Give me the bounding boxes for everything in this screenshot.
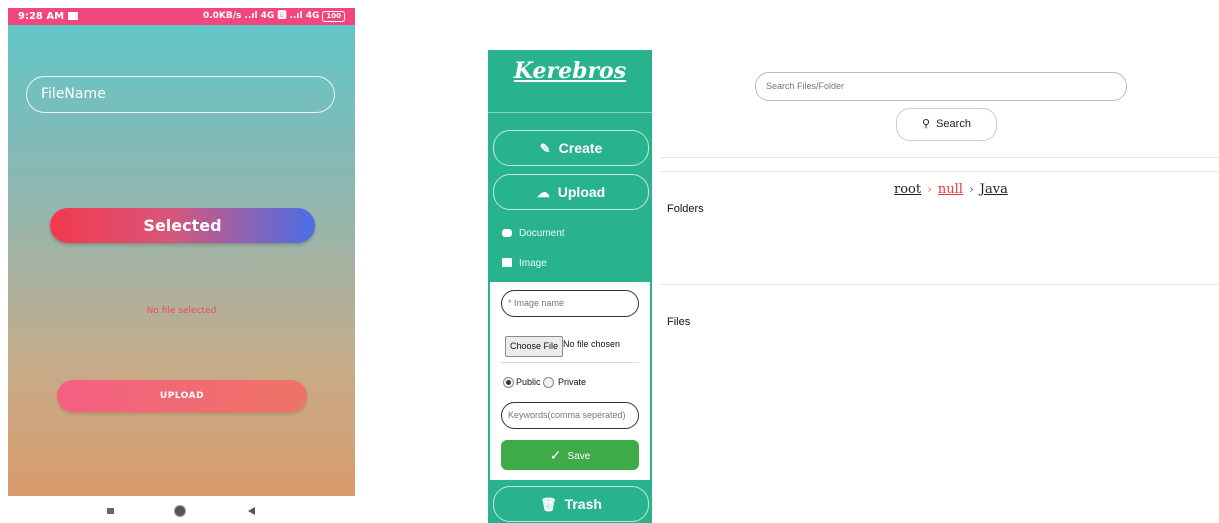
sidebar-item-document[interactable]: Document: [502, 228, 565, 239]
search-icon: ⚲: [922, 118, 931, 130]
search-label: Search: [936, 118, 971, 130]
battery-icon: 100: [322, 11, 345, 22]
public-label: Public: [516, 377, 541, 387]
image-icon: [502, 258, 512, 267]
public-radio[interactable]: [503, 377, 514, 388]
upload-sidebar-button[interactable]: ☁ Upload: [493, 174, 649, 210]
chevron-right-icon: ›: [927, 182, 932, 196]
upload-button[interactable]: UPLOAD: [57, 380, 307, 412]
divider: [501, 362, 639, 363]
private-radio[interactable]: [543, 377, 554, 388]
create-label: Create: [558, 140, 603, 156]
private-label: Private: [558, 377, 587, 387]
breadcrumb: root › null › Java: [894, 182, 1008, 197]
selected-button[interactable]: Selected: [50, 208, 315, 243]
chevron-right-icon: ›: [968, 182, 974, 196]
sidebar-item-image[interactable]: Image: [502, 258, 547, 269]
keywords-input[interactable]: Keywords(comma seperated): [501, 402, 639, 429]
create-button[interactable]: ✎ Create: [493, 130, 649, 166]
phone-screen: 9:28 AM 0.0KB/s ..ıl 4G 🅱 ..ıl 4G 100 Fil…: [8, 8, 355, 496]
no-file-chosen-text: No file chosen: [563, 339, 621, 349]
trash-label: Trash: [564, 496, 602, 512]
filename-input[interactable]: FileName: [26, 76, 335, 113]
status-time: 9:28 AM: [18, 8, 79, 25]
no-file-selected-text: No file selected: [146, 306, 217, 316]
check-icon: ✓: [549, 447, 562, 463]
brand-logo[interactable]: Kerebros: [488, 58, 652, 84]
notification-icon: [68, 12, 79, 20]
files-heading: Files: [667, 316, 691, 328]
image-label: Image: [519, 258, 547, 269]
divider: [488, 112, 652, 113]
save-label: Save: [567, 451, 591, 462]
breadcrumb-item-null[interactable]: null: [938, 182, 963, 197]
breadcrumb-item-java[interactable]: Java: [980, 182, 1008, 197]
trash-icon: 🗑: [540, 497, 557, 512]
back-icon[interactable]: [248, 507, 255, 515]
choose-file-button[interactable]: Choose File: [505, 336, 564, 357]
image-name-input[interactable]: * Image name: [501, 290, 639, 317]
home-icon[interactable]: [175, 506, 185, 516]
pencil-icon: ✎: [539, 141, 551, 156]
divider: [660, 157, 1219, 158]
document-icon: [502, 229, 512, 237]
folders-heading: Folders: [667, 203, 704, 215]
document-label: Document: [519, 228, 565, 239]
divider: [660, 171, 1219, 172]
search-input[interactable]: Search Files/Folder: [755, 72, 1127, 101]
breadcrumb-item-root[interactable]: root: [894, 182, 921, 197]
cloud-upload-icon: ☁: [536, 185, 550, 200]
search-button[interactable]: ⚲ Search: [896, 108, 997, 141]
divider: [660, 284, 1219, 285]
recent-apps-icon[interactable]: [107, 508, 114, 514]
save-button[interactable]: ✓ Save: [501, 440, 639, 470]
status-right: 0.0KB/s ..ıl 4G 🅱 ..ıl 4G 100: [203, 8, 345, 25]
trash-button[interactable]: 🗑 Trash: [493, 486, 649, 522]
status-bar: 9:28 AM 0.0KB/s ..ıl 4G 🅱 ..ıl 4G 100: [8, 8, 355, 25]
upload-label: Upload: [557, 184, 606, 200]
